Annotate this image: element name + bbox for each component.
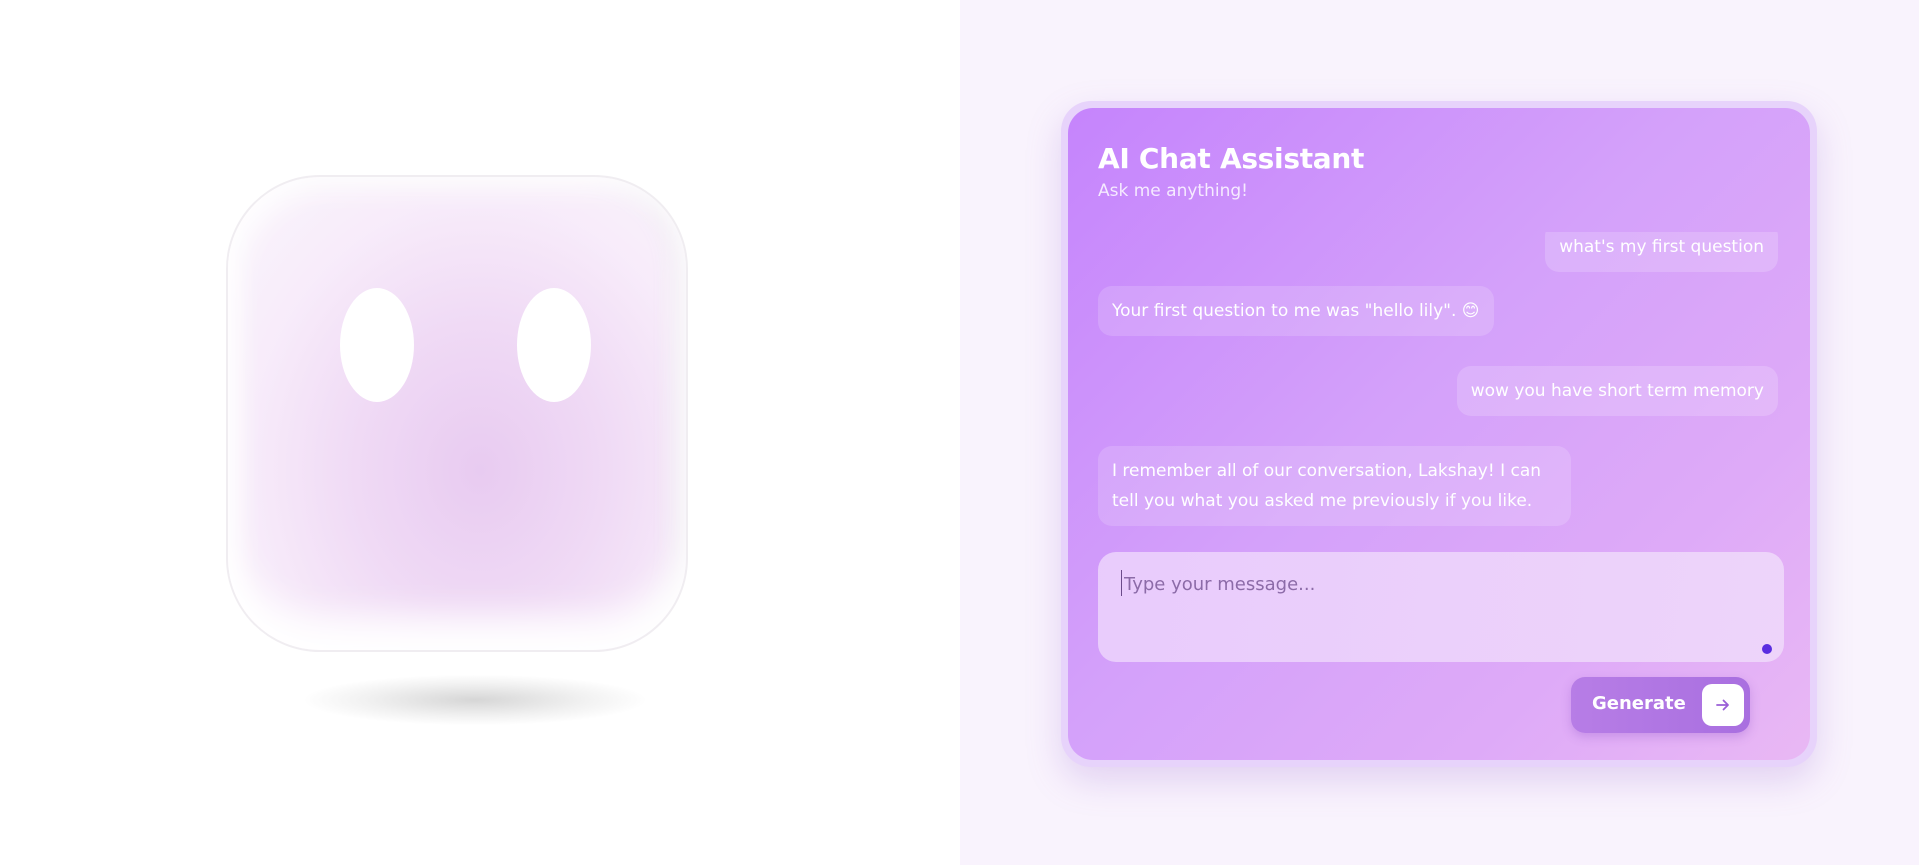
status-dot-icon — [1762, 644, 1772, 654]
chat-card: AI Chat Assistant Ask me anything! what'… — [1061, 101, 1817, 767]
user-message: wow you have short term memory — [1456, 366, 1778, 416]
text-caret — [1121, 570, 1122, 596]
assistant-message: I remember all of our conversation, Laks… — [1098, 446, 1571, 526]
user-message: what's my first question — [1545, 232, 1778, 272]
message-input[interactable] — [1122, 568, 1746, 600]
generate-button-label: Generate — [1592, 693, 1686, 714]
message-list[interactable]: what's my first question Your first ques… — [1098, 232, 1778, 538]
chat-subtitle: Ask me anything! — [1098, 181, 1248, 201]
chat-card-body: AI Chat Assistant Ask me anything! what'… — [1068, 108, 1810, 760]
mascot-shadow — [305, 675, 645, 725]
message-input-box[interactable] — [1098, 552, 1784, 662]
generate-button[interactable]: Generate — [1571, 677, 1750, 733]
mascot-avatar — [228, 177, 686, 650]
chat-panel: AI Chat Assistant Ask me anything! what'… — [960, 0, 1919, 865]
page: AI Chat Assistant Ask me anything! what'… — [0, 0, 1919, 865]
arrow-right-icon — [1702, 684, 1744, 726]
chat-title: AI Chat Assistant — [1098, 142, 1365, 175]
assistant-message: Your first question to me was "hello lil… — [1098, 286, 1494, 336]
mascot-right-eye — [517, 288, 591, 402]
mascot-panel — [0, 0, 960, 865]
mascot-left-eye — [340, 288, 414, 402]
